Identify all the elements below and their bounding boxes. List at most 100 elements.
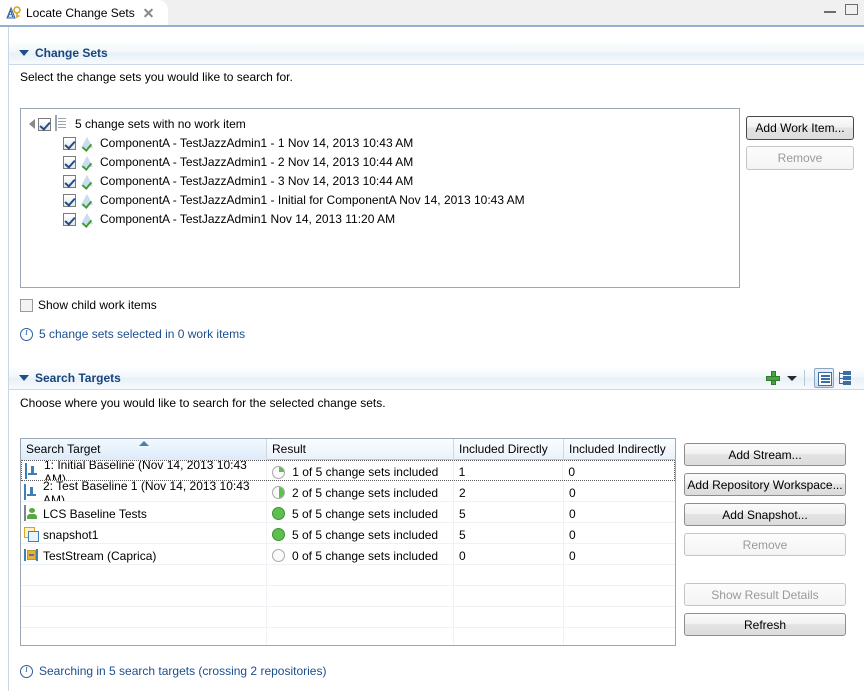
changeset-label: ComponentA - TestJazzAdmin1 - 3 Nov 14, … <box>100 174 414 188</box>
tree-row-changeset[interactable]: ComponentA - TestJazzAdmin1 - 2 Nov 14, … <box>63 153 413 171</box>
table-row[interactable]: snapshot1 5 of 5 change sets included 5 … <box>21 523 675 544</box>
tree-row-root[interactable]: 5 change sets with no work item <box>29 115 246 133</box>
column-header-included-directly[interactable]: Included Directly <box>454 439 564 460</box>
cell-included-indirectly: 0 <box>569 485 576 500</box>
refresh-button[interactable]: Refresh <box>684 613 846 636</box>
change-sets-status-text: 5 change sets selected in 0 work items <box>39 327 246 341</box>
cell-included-directly: 5 <box>459 506 466 521</box>
tab-locate-change-sets[interactable]: A Locate Change Sets <box>0 0 168 25</box>
tree-row-changeset[interactable]: ComponentA - TestJazzAdmin1 - Initial fo… <box>63 191 525 209</box>
tree-root-label: 5 change sets with no work item <box>75 117 246 131</box>
pie-empty-icon <box>272 549 285 562</box>
cell-included-directly: 0 <box>459 548 466 563</box>
table-empty-row <box>21 565 675 586</box>
column-label: Result <box>272 442 307 456</box>
column-header-included-indirectly[interactable]: Included Indirectly <box>564 439 675 460</box>
table-row[interactable]: LCS Baseline Tests 5 of 5 change sets in… <box>21 502 675 523</box>
minimize-icon[interactable] <box>824 11 836 13</box>
changeset-label: ComponentA - TestJazzAdmin1 - 1 Nov 14, … <box>100 136 414 150</box>
add-work-item-button[interactable]: Add Work Item... <box>746 116 854 140</box>
change-sets-section-header[interactable]: Change Sets <box>9 42 864 65</box>
show-child-work-items-label: Show child work items <box>38 298 157 312</box>
info-icon <box>20 327 33 341</box>
tree-row-changeset[interactable]: ComponentA - TestJazzAdmin1 - 1 Nov 14, … <box>63 134 413 152</box>
cell-included-indirectly: 0 <box>568 465 576 479</box>
cell-result: 0 of 5 change sets included <box>292 548 439 563</box>
cell-result: 5 of 5 change sets included <box>292 527 439 542</box>
search-targets-section-header[interactable]: Search Targets <box>9 367 864 390</box>
change-set-icon <box>80 211 96 228</box>
tree-row-changeset[interactable]: ComponentA - TestJazzAdmin1 Nov 14, 2013… <box>63 210 395 228</box>
checkbox-changeset[interactable] <box>63 136 76 150</box>
change-sets-tree[interactable]: 5 change sets with no work item Componen… <box>20 108 740 288</box>
editor-tab-bar: A Locate Change Sets <box>0 0 864 27</box>
column-header-result[interactable]: Result <box>267 439 454 460</box>
maximize-icon[interactable] <box>845 4 858 15</box>
search-targets-table[interactable]: Search Target Result Included Directly I… <box>20 438 676 646</box>
show-child-work-items-row[interactable]: Show child work items <box>20 298 157 312</box>
checkbox-root[interactable] <box>38 117 51 131</box>
close-icon[interactable] <box>142 7 154 19</box>
cell-search-target: TestStream (Caprica) <box>43 548 157 563</box>
cell-included-directly: 2 <box>459 485 466 500</box>
cell-included-indirectly: 0 <box>569 527 576 542</box>
table-empty-row <box>21 586 675 607</box>
tab-label: Locate Change Sets <box>26 5 135 20</box>
checkbox-changeset[interactable] <box>63 193 76 207</box>
table-row[interactable]: 1: Initial Baseline (Nov 14, 2013 10:43 … <box>21 460 675 481</box>
sort-ascending-icon <box>138 441 149 446</box>
table-row[interactable]: TestStream (Caprica) 0 of 5 change sets … <box>21 544 675 565</box>
cell-included-indirectly: 0 <box>569 506 576 521</box>
cell-result: 1 of 5 change sets included <box>292 465 439 479</box>
column-label: Search Target <box>26 442 101 456</box>
collapse-triangle-icon[interactable] <box>19 375 29 381</box>
cell-result: 2 of 5 change sets included <box>292 485 439 500</box>
toolbar-separator <box>804 370 805 386</box>
snapshot-icon <box>24 527 40 543</box>
cell-search-target: LCS Baseline Tests <box>43 506 147 521</box>
column-label: Included Indirectly <box>569 442 666 456</box>
baseline-icon <box>24 483 40 501</box>
tree-row-changeset[interactable]: ComponentA - TestJazzAdmin1 - 3 Nov 14, … <box>63 172 413 190</box>
expand-arrow-icon[interactable] <box>29 119 35 129</box>
tree-view-icon[interactable] <box>836 368 856 388</box>
show-child-work-items-checkbox[interactable] <box>20 298 33 312</box>
changeset-label: ComponentA - TestJazzAdmin1 - Initial fo… <box>100 193 525 207</box>
table-row[interactable]: 2: Test Baseline 1 (Nov 14, 2013 10:43 A… <box>21 481 675 502</box>
checkbox-changeset[interactable] <box>63 155 76 169</box>
add-snapshot-button[interactable]: Add Snapshot... <box>684 503 846 526</box>
remove-search-target-button: Remove <box>684 533 846 556</box>
search-targets-description: Choose where you would like to search fo… <box>20 396 386 410</box>
cell-search-target: 2: Test Baseline 1 (Nov 14, 2013 10:43 A… <box>43 481 250 501</box>
table-header-row: Search Target Result Included Directly I… <box>21 439 675 460</box>
pie-full-icon <box>272 528 285 541</box>
pie-partial-icon <box>272 465 286 479</box>
column-header-search-target[interactable]: Search Target <box>21 439 267 460</box>
plus-icon[interactable] <box>766 371 780 385</box>
cell-included-directly: 1 <box>458 465 466 479</box>
add-stream-button[interactable]: Add Stream... <box>684 443 846 466</box>
change-set-icon <box>80 192 96 209</box>
collapse-triangle-icon[interactable] <box>19 50 29 56</box>
checkbox-changeset[interactable] <box>63 212 76 226</box>
cell-result: 5 of 5 change sets included <box>292 506 439 521</box>
cell-search-target: 1: Initial Baseline (Nov 14, 2013 10:43 … <box>44 461 247 480</box>
info-icon <box>20 664 33 678</box>
baseline-icon <box>25 463 41 480</box>
change-set-icon <box>80 135 96 152</box>
change-sets-status: 5 change sets selected in 0 work items <box>20 327 245 341</box>
table-empty-row <box>21 628 675 645</box>
search-targets-title: Search Targets <box>35 371 121 385</box>
show-result-details-button: Show Result Details <box>684 583 846 606</box>
flat-list-view-icon[interactable] <box>814 368 834 388</box>
cell-search-target: snapshot1 <box>43 527 99 542</box>
cell-included-indirectly: 0 <box>569 548 576 563</box>
changeset-label: ComponentA - TestJazzAdmin1 - 2 Nov 14, … <box>100 155 414 169</box>
add-repository-workspace-button[interactable]: Add Repository Workspace... <box>684 473 846 496</box>
change-sets-description: Select the change sets you would like to… <box>20 70 293 84</box>
checkbox-changeset[interactable] <box>63 174 76 188</box>
search-targets-status-text: Searching in 5 search targets (crossing … <box>39 664 327 678</box>
chevron-down-icon[interactable] <box>787 375 797 381</box>
search-targets-status: Searching in 5 search targets (crossing … <box>20 664 326 678</box>
change-set-icon <box>80 154 96 171</box>
